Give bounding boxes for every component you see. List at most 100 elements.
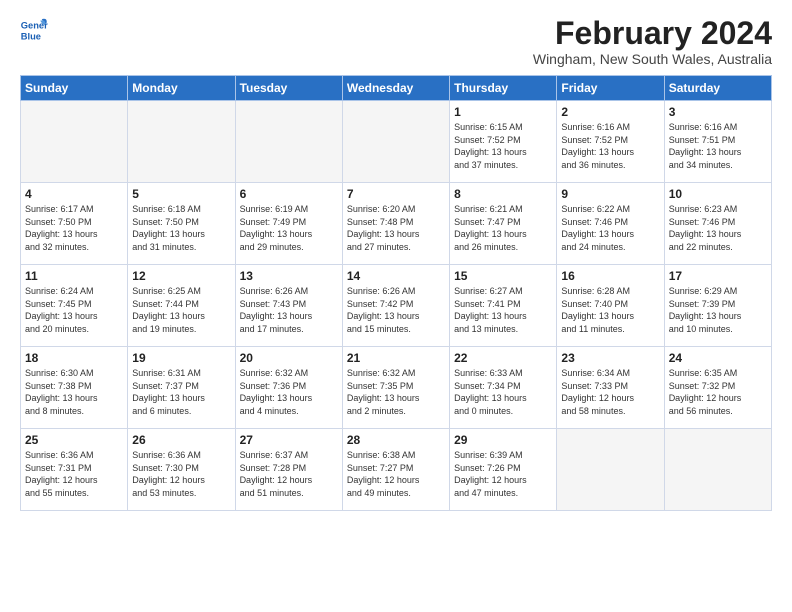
- table-row: 18 Sunrise: 6:30 AM Sunset: 7:38 PM Dayli…: [21, 347, 128, 429]
- day-detail: Sunrise: 6:22 AM Sunset: 7:46 PM Dayligh…: [561, 203, 659, 253]
- day-number: 10: [669, 187, 767, 201]
- table-row: 11 Sunrise: 6:24 AM Sunset: 7:45 PM Dayli…: [21, 265, 128, 347]
- day-detail: Sunrise: 6:39 AM Sunset: 7:26 PM Dayligh…: [454, 449, 552, 499]
- calendar-week-row: 25 Sunrise: 6:36 AM Sunset: 7:31 PM Dayli…: [21, 429, 772, 511]
- month-title: February 2024: [533, 16, 772, 51]
- day-number: 16: [561, 269, 659, 283]
- day-number: 28: [347, 433, 445, 447]
- table-row: 7 Sunrise: 6:20 AM Sunset: 7:48 PM Daylig…: [342, 183, 449, 265]
- day-number: 7: [347, 187, 445, 201]
- day-detail: Sunrise: 6:26 AM Sunset: 7:42 PM Dayligh…: [347, 285, 445, 335]
- day-detail: Sunrise: 6:16 AM Sunset: 7:51 PM Dayligh…: [669, 121, 767, 171]
- table-row: [557, 429, 664, 511]
- location: Wingham, New South Wales, Australia: [533, 51, 772, 67]
- header: General Blue February 2024 Wingham, New …: [20, 16, 772, 67]
- day-detail: Sunrise: 6:36 AM Sunset: 7:31 PM Dayligh…: [25, 449, 123, 499]
- day-detail: Sunrise: 6:35 AM Sunset: 7:32 PM Dayligh…: [669, 367, 767, 417]
- day-number: 19: [132, 351, 230, 365]
- day-number: 17: [669, 269, 767, 283]
- day-detail: Sunrise: 6:24 AM Sunset: 7:45 PM Dayligh…: [25, 285, 123, 335]
- day-number: 14: [347, 269, 445, 283]
- header-tuesday: Tuesday: [235, 76, 342, 101]
- day-number: 27: [240, 433, 338, 447]
- day-detail: Sunrise: 6:19 AM Sunset: 7:49 PM Dayligh…: [240, 203, 338, 253]
- table-row: [235, 101, 342, 183]
- day-number: 3: [669, 105, 767, 119]
- day-detail: Sunrise: 6:27 AM Sunset: 7:41 PM Dayligh…: [454, 285, 552, 335]
- day-detail: Sunrise: 6:28 AM Sunset: 7:40 PM Dayligh…: [561, 285, 659, 335]
- table-row: 21 Sunrise: 6:32 AM Sunset: 7:35 PM Dayli…: [342, 347, 449, 429]
- table-row: 20 Sunrise: 6:32 AM Sunset: 7:36 PM Dayli…: [235, 347, 342, 429]
- table-row: 29 Sunrise: 6:39 AM Sunset: 7:26 PM Dayli…: [450, 429, 557, 511]
- table-row: 8 Sunrise: 6:21 AM Sunset: 7:47 PM Daylig…: [450, 183, 557, 265]
- header-thursday: Thursday: [450, 76, 557, 101]
- day-number: 29: [454, 433, 552, 447]
- day-detail: Sunrise: 6:15 AM Sunset: 7:52 PM Dayligh…: [454, 121, 552, 171]
- day-number: 18: [25, 351, 123, 365]
- day-detail: Sunrise: 6:26 AM Sunset: 7:43 PM Dayligh…: [240, 285, 338, 335]
- table-row: 2Sunrise: 6:16 AM Sunset: 7:52 PM Daylig…: [557, 101, 664, 183]
- header-saturday: Saturday: [664, 76, 771, 101]
- day-detail: Sunrise: 6:33 AM Sunset: 7:34 PM Dayligh…: [454, 367, 552, 417]
- day-number: 4: [25, 187, 123, 201]
- day-detail: Sunrise: 6:37 AM Sunset: 7:28 PM Dayligh…: [240, 449, 338, 499]
- table-row: 23Sunrise: 6:34 AM Sunset: 7:33 PM Dayli…: [557, 347, 664, 429]
- svg-text:Blue: Blue: [21, 31, 41, 41]
- calendar-week-row: 18 Sunrise: 6:30 AM Sunset: 7:38 PM Dayli…: [21, 347, 772, 429]
- table-row: 12Sunrise: 6:25 AM Sunset: 7:44 PM Dayli…: [128, 265, 235, 347]
- table-row: 19 Sunrise: 6:31 AM Sunset: 7:37 PM Dayli…: [128, 347, 235, 429]
- table-row: 24 Sunrise: 6:35 AM Sunset: 7:32 PM Dayli…: [664, 347, 771, 429]
- day-number: 24: [669, 351, 767, 365]
- table-row: 15 Sunrise: 6:27 AM Sunset: 7:41 PM Dayli…: [450, 265, 557, 347]
- day-detail: Sunrise: 6:31 AM Sunset: 7:37 PM Dayligh…: [132, 367, 230, 417]
- table-row: 26 Sunrise: 6:36 AM Sunset: 7:30 PM Dayli…: [128, 429, 235, 511]
- calendar-header-row: Sunday Monday Tuesday Wednesday Thursday…: [21, 76, 772, 101]
- table-row: 4 Sunrise: 6:17 AM Sunset: 7:50 PM Daylig…: [21, 183, 128, 265]
- day-detail: Sunrise: 6:17 AM Sunset: 7:50 PM Dayligh…: [25, 203, 123, 253]
- day-detail: Sunrise: 6:32 AM Sunset: 7:36 PM Dayligh…: [240, 367, 338, 417]
- day-number: 11: [25, 269, 123, 283]
- day-detail: Sunrise: 6:38 AM Sunset: 7:27 PM Dayligh…: [347, 449, 445, 499]
- calendar-week-row: 1 Sunrise: 6:15 AM Sunset: 7:52 PM Daylig…: [21, 101, 772, 183]
- table-row: 13 Sunrise: 6:26 AM Sunset: 7:43 PM Dayli…: [235, 265, 342, 347]
- calendar: Sunday Monday Tuesday Wednesday Thursday…: [20, 75, 772, 511]
- day-detail: Sunrise: 6:20 AM Sunset: 7:48 PM Dayligh…: [347, 203, 445, 253]
- day-number: 13: [240, 269, 338, 283]
- day-number: 26: [132, 433, 230, 447]
- table-row: 25 Sunrise: 6:36 AM Sunset: 7:31 PM Dayli…: [21, 429, 128, 511]
- day-number: 1: [454, 105, 552, 119]
- day-detail: Sunrise: 6:29 AM Sunset: 7:39 PM Dayligh…: [669, 285, 767, 335]
- header-monday: Monday: [128, 76, 235, 101]
- day-detail: Sunrise: 6:21 AM Sunset: 7:47 PM Dayligh…: [454, 203, 552, 253]
- day-detail: Sunrise: 6:30 AM Sunset: 7:38 PM Dayligh…: [25, 367, 123, 417]
- day-number: 23: [561, 351, 659, 365]
- table-row: 28 Sunrise: 6:38 AM Sunset: 7:27 PM Dayli…: [342, 429, 449, 511]
- calendar-week-row: 11 Sunrise: 6:24 AM Sunset: 7:45 PM Dayli…: [21, 265, 772, 347]
- day-number: 22: [454, 351, 552, 365]
- table-row: 1 Sunrise: 6:15 AM Sunset: 7:52 PM Daylig…: [450, 101, 557, 183]
- table-row: [342, 101, 449, 183]
- day-number: 25: [25, 433, 123, 447]
- table-row: 14 Sunrise: 6:26 AM Sunset: 7:42 PM Dayli…: [342, 265, 449, 347]
- table-row: 3 Sunrise: 6:16 AM Sunset: 7:51 PM Daylig…: [664, 101, 771, 183]
- calendar-week-row: 4 Sunrise: 6:17 AM Sunset: 7:50 PM Daylig…: [21, 183, 772, 265]
- day-detail: Sunrise: 6:25 AM Sunset: 7:44 PM Dayligh…: [132, 285, 230, 335]
- header-friday: Friday: [557, 76, 664, 101]
- table-row: [664, 429, 771, 511]
- page: General Blue February 2024 Wingham, New …: [0, 0, 792, 612]
- day-number: 8: [454, 187, 552, 201]
- day-detail: Sunrise: 6:32 AM Sunset: 7:35 PM Dayligh…: [347, 367, 445, 417]
- day-detail: Sunrise: 6:36 AM Sunset: 7:30 PM Dayligh…: [132, 449, 230, 499]
- title-block: February 2024 Wingham, New South Wales, …: [533, 16, 772, 67]
- header-wednesday: Wednesday: [342, 76, 449, 101]
- table-row: 10Sunrise: 6:23 AM Sunset: 7:46 PM Dayli…: [664, 183, 771, 265]
- table-row: 16 Sunrise: 6:28 AM Sunset: 7:40 PM Dayli…: [557, 265, 664, 347]
- day-number: 21: [347, 351, 445, 365]
- table-row: [128, 101, 235, 183]
- day-detail: Sunrise: 6:16 AM Sunset: 7:52 PM Dayligh…: [561, 121, 659, 171]
- day-number: 15: [454, 269, 552, 283]
- logo-icon: General Blue: [20, 16, 48, 44]
- day-number: 5: [132, 187, 230, 201]
- day-detail: Sunrise: 6:18 AM Sunset: 7:50 PM Dayligh…: [132, 203, 230, 253]
- day-number: 20: [240, 351, 338, 365]
